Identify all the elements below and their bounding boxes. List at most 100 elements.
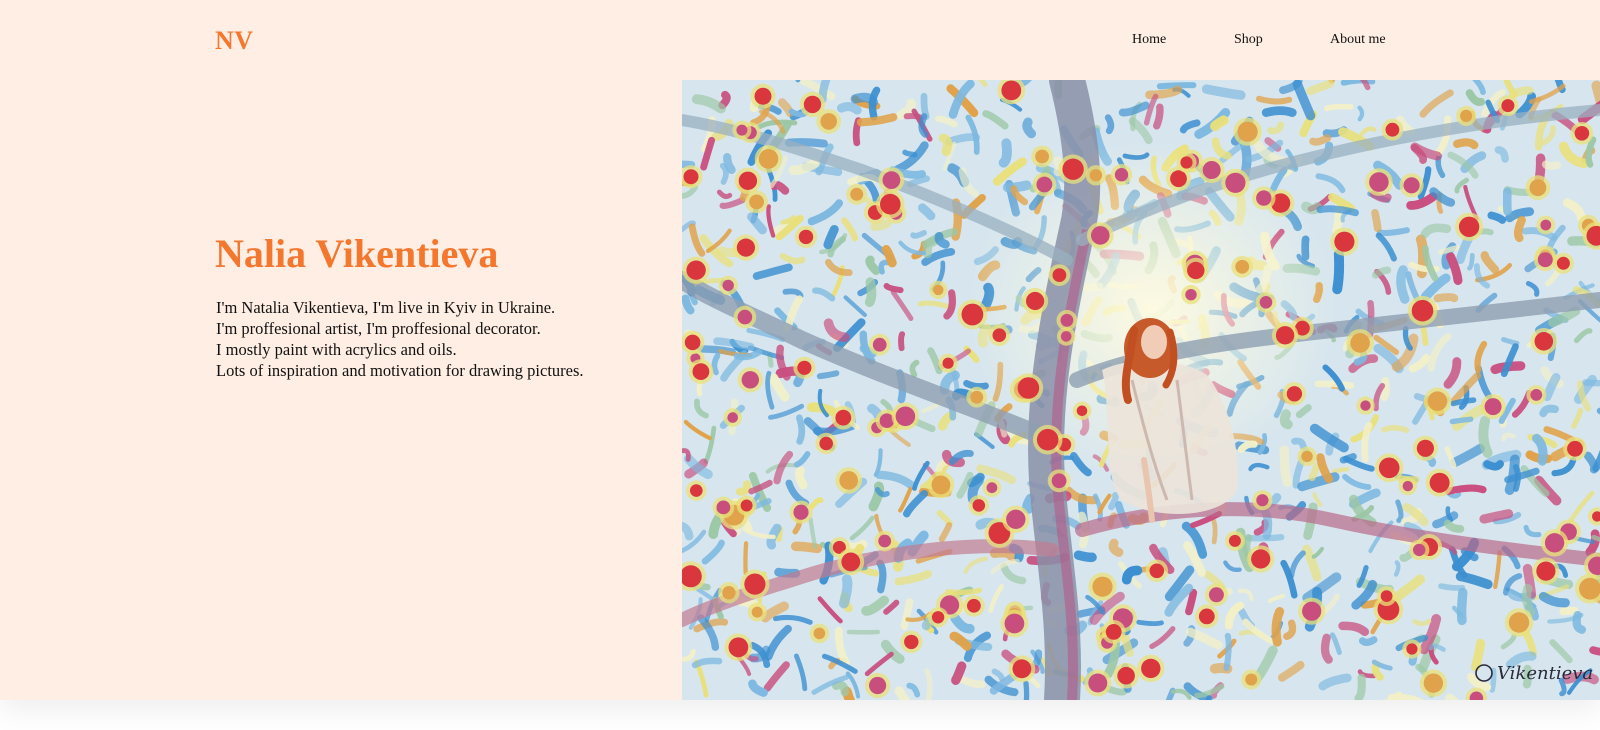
paint-stroke	[682, 294, 695, 315]
paint-stroke	[924, 668, 933, 700]
nav-shop-link[interactable]: Shop	[1234, 32, 1263, 48]
paint-stroke	[1395, 499, 1404, 523]
paint-stroke	[1479, 509, 1514, 524]
fruit	[1208, 587, 1224, 603]
painting-artwork: Vikentieva	[682, 80, 1600, 700]
fruit	[1530, 389, 1543, 401]
fruit	[798, 229, 814, 245]
fruit	[882, 171, 901, 189]
hero-title: Nalia Vikentieva	[215, 231, 499, 276]
fruit	[813, 627, 826, 640]
fruit	[1149, 563, 1165, 579]
paint-stroke	[998, 138, 1012, 168]
fruit	[1036, 176, 1053, 193]
paint-stroke	[711, 352, 721, 376]
painting-signature: Vikentieva	[1497, 663, 1593, 684]
paint-stroke	[1256, 95, 1293, 105]
paint-stroke	[1185, 588, 1198, 616]
fruit	[1237, 121, 1258, 142]
paint-stroke	[1450, 397, 1477, 407]
fruit	[1235, 259, 1250, 274]
fruit	[1275, 326, 1295, 345]
fruit	[1225, 172, 1246, 193]
fruit	[1198, 608, 1215, 625]
fruit	[736, 124, 748, 136]
paint-stroke	[1487, 211, 1507, 224]
fruit	[683, 169, 699, 185]
paint-stroke	[1136, 619, 1164, 627]
paint-stroke	[718, 90, 731, 110]
fruit	[992, 328, 1007, 342]
paint-stroke	[1105, 685, 1128, 696]
hero-line: I'm Natalia Vikentieva, I'm live in Kyiv…	[216, 298, 556, 317]
fruit	[1360, 400, 1371, 411]
fruit	[1004, 613, 1025, 634]
paint-stroke	[1354, 673, 1366, 700]
fruit	[1534, 332, 1554, 351]
fruit	[803, 95, 822, 114]
fruit	[839, 471, 858, 490]
nav-about-link[interactable]: About me	[1330, 32, 1386, 48]
fruit	[758, 149, 779, 169]
paint-stroke	[1332, 467, 1350, 474]
fruit	[1114, 168, 1129, 182]
paint-stroke	[1541, 160, 1562, 170]
fruit	[1091, 226, 1110, 245]
paint-stroke	[1323, 103, 1354, 112]
paint-stroke	[1108, 538, 1124, 557]
fruit	[1403, 177, 1420, 194]
fruit	[1540, 219, 1552, 231]
fruit	[722, 279, 734, 292]
fruit	[967, 598, 981, 613]
fruit	[1062, 158, 1084, 180]
paint-stroke	[1433, 293, 1459, 303]
paint-stroke	[1201, 84, 1246, 100]
fruit	[1052, 268, 1067, 282]
fruit	[749, 194, 764, 210]
fruit	[690, 484, 703, 497]
paint-stroke	[1309, 134, 1332, 146]
fruit	[1378, 457, 1400, 479]
paint-stroke	[1589, 646, 1600, 656]
fruit	[728, 637, 749, 658]
paint-stroke	[743, 541, 749, 576]
fruit	[738, 171, 758, 190]
fruit	[878, 534, 892, 548]
fruit	[1060, 331, 1072, 342]
fruit	[1484, 398, 1502, 416]
fruit	[1350, 333, 1370, 353]
fruit	[722, 586, 736, 600]
fruit	[740, 499, 753, 512]
fruit	[1369, 172, 1389, 192]
paint-stroke	[1320, 633, 1333, 664]
paint-stroke	[838, 574, 853, 609]
paint-stroke	[876, 559, 887, 594]
fruit	[1060, 313, 1074, 327]
fruit	[741, 371, 759, 389]
paint-stroke	[1467, 252, 1475, 271]
fruit	[1170, 170, 1187, 188]
paint-stroke	[1271, 607, 1285, 647]
fruit	[1413, 543, 1426, 557]
fruit	[1089, 169, 1103, 182]
fruit	[751, 606, 763, 618]
fruit	[872, 337, 887, 352]
paint-stroke	[1145, 85, 1183, 100]
paint-stroke	[850, 92, 879, 107]
fruit	[1088, 673, 1108, 693]
paint-stroke	[951, 661, 967, 685]
fruit	[986, 482, 998, 494]
fruit	[1423, 673, 1444, 693]
fruit	[1508, 612, 1530, 633]
fruit	[819, 436, 833, 451]
paint-stroke	[870, 219, 892, 231]
paint-stroke	[1381, 424, 1410, 433]
nav-home-link[interactable]: Home	[1132, 32, 1166, 48]
page: NV Home Shop About me Nalia Vikentieva I…	[0, 0, 1600, 700]
fruit	[970, 390, 984, 404]
hero-line: I mostly paint with acrylics and oils.	[216, 340, 457, 359]
fruit	[1012, 659, 1032, 679]
fruit	[1036, 428, 1059, 451]
logo-link[interactable]: NV	[215, 26, 254, 56]
paint-stroke	[823, 225, 839, 250]
